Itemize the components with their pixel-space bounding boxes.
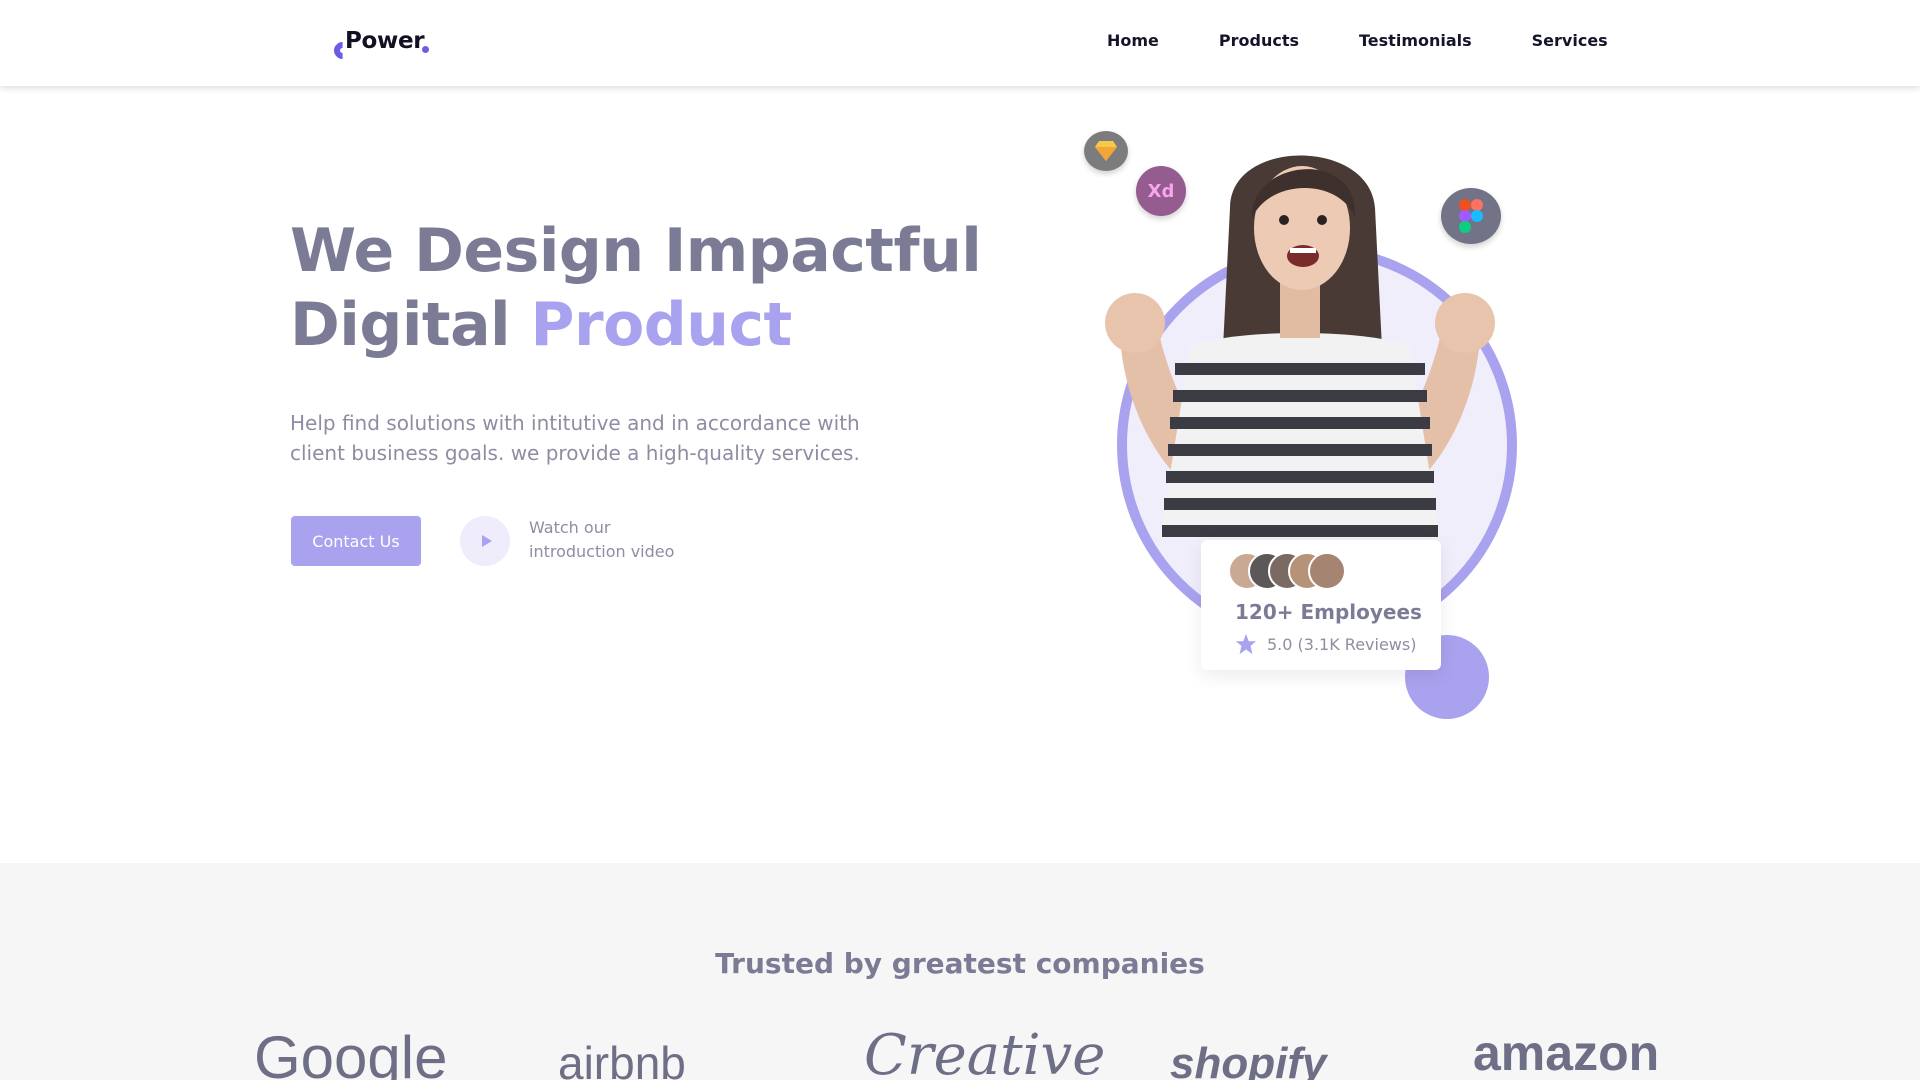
watch-video-line2: introduction video bbox=[529, 542, 675, 561]
hero-title-line1: We Design Impactful bbox=[290, 216, 982, 286]
nav-home[interactable]: Home bbox=[1107, 31, 1159, 50]
adobe-xd-icon: Xd bbox=[1136, 166, 1186, 216]
main-nav: Home Products Testimonials Services bbox=[1107, 31, 1608, 50]
nav-services[interactable]: Services bbox=[1532, 31, 1608, 50]
amazon-logo: amazon bbox=[1473, 1025, 1660, 1080]
watch-video-link[interactable]: Watch our introduction video bbox=[529, 516, 674, 564]
avatar bbox=[1308, 552, 1346, 590]
figma-icon bbox=[1441, 188, 1501, 244]
logo-dot-icon bbox=[422, 46, 429, 53]
play-icon bbox=[481, 535, 492, 547]
rating-text: 5.0 (3.1K Reviews) bbox=[1267, 634, 1417, 654]
shopify-logo: shopify bbox=[1170, 1039, 1327, 1080]
star-icon bbox=[1235, 633, 1257, 655]
hero-title: We Design Impactful Digital Product bbox=[290, 214, 982, 362]
avatar-group bbox=[1228, 552, 1368, 592]
hero-subtitle-line1: Help find solutions with intitutive and … bbox=[290, 411, 860, 435]
hero-title-line2-a: Digital bbox=[290, 290, 511, 360]
google-logo: Google bbox=[254, 1024, 448, 1080]
brand-logo[interactable]: Power bbox=[330, 28, 454, 64]
rating-row: 5.0 (3.1K Reviews) bbox=[1235, 633, 1416, 655]
site-header: Power Home Products Testimonials Service… bbox=[0, 0, 1920, 86]
employees-count: 120+ Employees bbox=[1235, 600, 1422, 624]
hero-subtitle: Help find solutions with intitutive and … bbox=[290, 408, 910, 468]
hero-title-accent: Product bbox=[530, 290, 793, 360]
brand-name: Power bbox=[345, 28, 425, 54]
airbnb-logo: airbnb bbox=[558, 1037, 686, 1080]
sketch-icon bbox=[1084, 131, 1128, 171]
employees-card: 120+ Employees 5.0 (3.1K Reviews) bbox=[1201, 540, 1441, 670]
hero-subtitle-line2: client business goals. we provide a high… bbox=[290, 441, 860, 465]
nav-products[interactable]: Products bbox=[1219, 31, 1299, 50]
play-video-button[interactable] bbox=[460, 516, 510, 566]
creative-logo: Creative bbox=[864, 1023, 1106, 1080]
nav-testimonials[interactable]: Testimonials bbox=[1359, 31, 1472, 50]
watch-video-line1: Watch our bbox=[529, 518, 611, 537]
trusted-title: Trusted by greatest companies bbox=[715, 947, 1205, 980]
contact-us-button[interactable]: Contact Us bbox=[291, 516, 421, 566]
